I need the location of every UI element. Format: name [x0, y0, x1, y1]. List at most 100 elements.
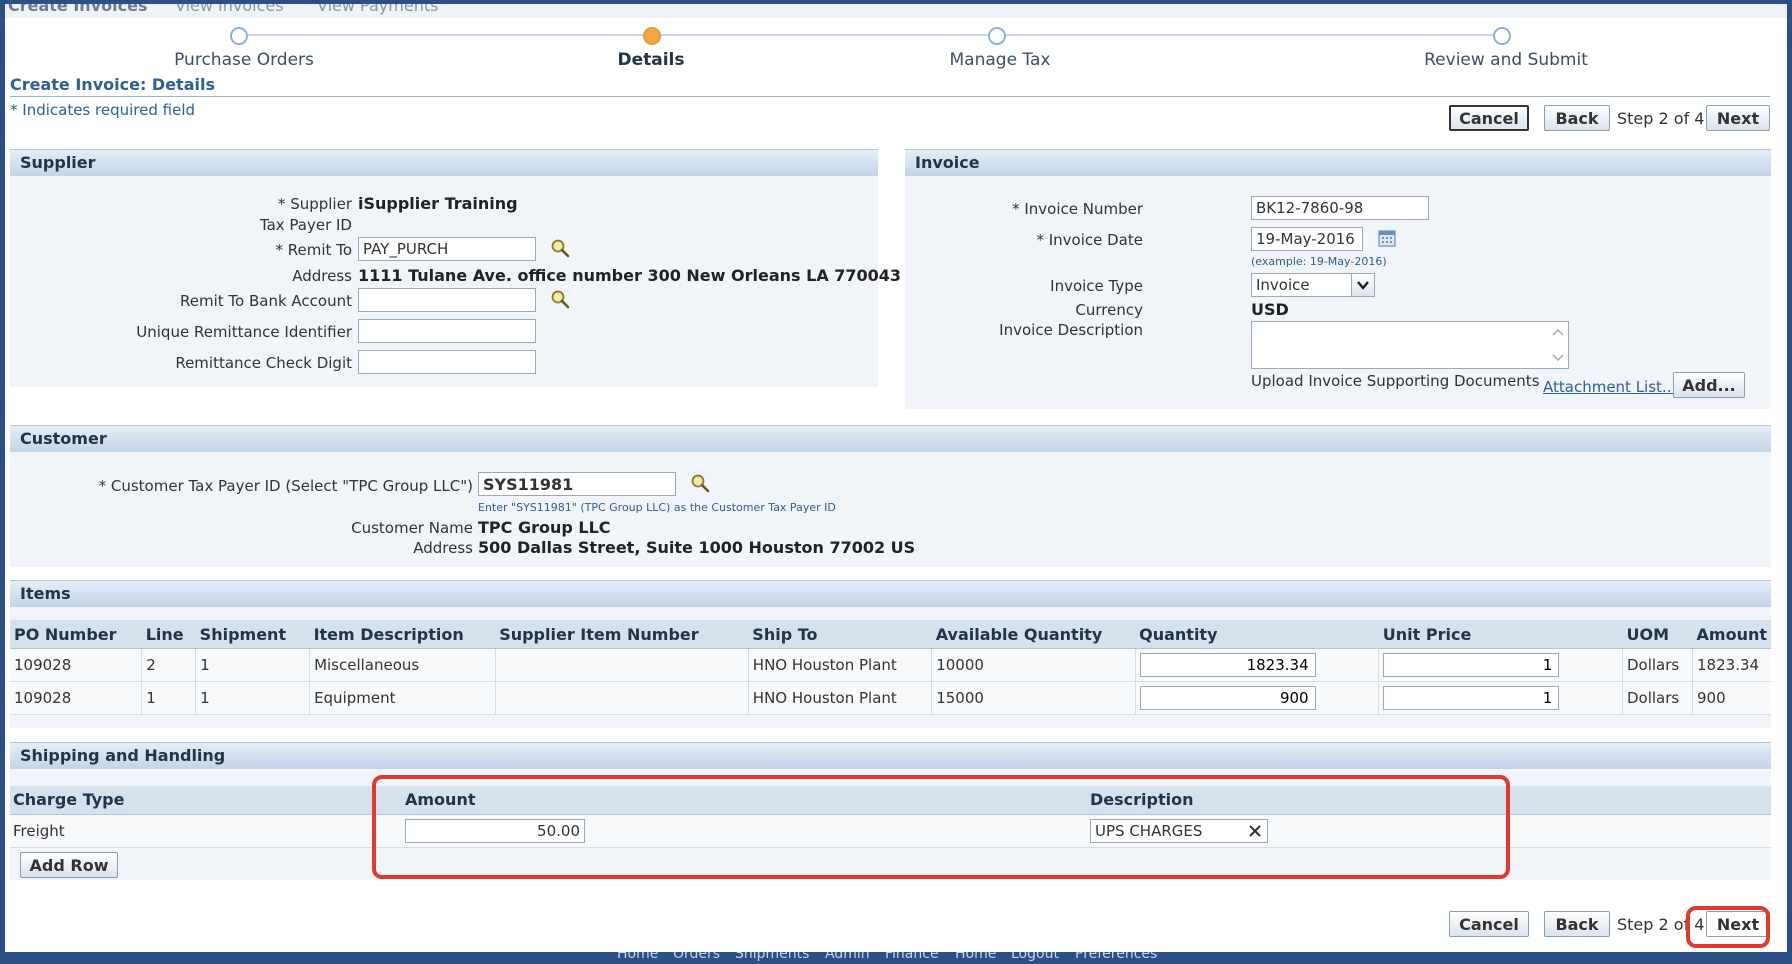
- invoice-type-select[interactable]: Invoice: [1251, 273, 1375, 297]
- col-item-description: Item Description: [309, 620, 496, 649]
- remit-to-input[interactable]: [358, 237, 536, 261]
- col-uom: UOM: [1622, 620, 1693, 649]
- footer-link-finance[interactable]: Finance: [885, 952, 939, 962]
- footer-link-preferences[interactable]: Preferences: [1075, 952, 1157, 962]
- cell-shipment: 1: [195, 648, 311, 682]
- invoice-number-input[interactable]: [1251, 196, 1429, 220]
- unit-price-input[interactable]: [1383, 653, 1560, 677]
- footer-link-shipments[interactable]: Shipments: [735, 952, 809, 962]
- bank-account-label: Remit To Bank Account: [180, 292, 352, 310]
- quantity-input[interactable]: [1139, 653, 1316, 677]
- train-dot-manage-tax[interactable]: [988, 27, 1006, 45]
- cancel-button-top[interactable]: Cancel: [1449, 105, 1529, 131]
- customer-taxpayer-hint: Enter "SYS11981" (TPC Group LLC) as the …: [478, 501, 836, 514]
- invoice-description-textarea[interactable]: [1251, 321, 1569, 369]
- col-available-quantity: Available Quantity: [931, 620, 1136, 649]
- items-header-label: Items: [20, 584, 71, 603]
- cell-amount: 1823.34: [1692, 648, 1771, 682]
- upload-documents-label: Upload Invoice Supporting Documents: [1251, 372, 1540, 390]
- shipping-header: Shipping and Handling: [10, 742, 1771, 769]
- supplier-address: 1111 Tulane Ave. office number 300 New O…: [358, 266, 902, 285]
- supplier-label: * Supplier: [277, 195, 352, 213]
- address-label: Address: [292, 267, 352, 285]
- invoice-date-label: * Invoice Date: [1036, 231, 1143, 249]
- table-row: 109028 1 1 Equipment HNO Houston Plant 1…: [10, 681, 1771, 715]
- customer-header: Customer: [10, 425, 1771, 452]
- cell-shipment: 1: [195, 681, 311, 715]
- footer-link-orders[interactable]: Orders: [673, 952, 720, 962]
- items-header: Items: [10, 580, 1771, 607]
- footer-link-logout[interactable]: Logout: [1011, 952, 1059, 962]
- currency-label: Currency: [1075, 301, 1143, 319]
- train-step-manage-tax[interactable]: Manage Tax: [880, 50, 1120, 70]
- customer-address-value: 500 Dallas Street, Suite 1000 Houston 77…: [478, 538, 916, 557]
- tab-view-invoices[interactable]: View Invoices: [175, 4, 284, 15]
- step-indicator-top: Step 2 of 4: [1617, 109, 1705, 128]
- footer-link-admin[interactable]: Admin: [825, 952, 870, 962]
- cell-unit-price: [1378, 681, 1623, 715]
- items-table: PO Number Line Shipment Item Description…: [10, 620, 1771, 715]
- bank-account-input[interactable]: [358, 288, 536, 312]
- train-step-details: Details: [617, 50, 685, 70]
- calendar-icon[interactable]: [1377, 228, 1397, 248]
- cell-item-description: Equipment: [309, 681, 496, 715]
- customer-search-icon[interactable]: [690, 473, 710, 493]
- back-button-top[interactable]: Back: [1544, 105, 1610, 131]
- page-title: Create Invoice: Details: [10, 75, 215, 94]
- bank-account-search-icon[interactable]: [550, 289, 570, 309]
- col-supplier-item-number: Supplier Item Number: [495, 620, 749, 649]
- footer-link-home-2[interactable]: Home: [955, 952, 996, 962]
- col-unit-price: Unit Price: [1378, 620, 1623, 649]
- remit-to-label: * Remit To: [275, 241, 352, 259]
- invoice-description-label: Invoice Description: [999, 321, 1143, 339]
- invoice-date-input[interactable]: [1251, 227, 1363, 251]
- invoice-number-label: * Invoice Number: [1012, 200, 1143, 218]
- cell-item-description: Miscellaneous: [309, 648, 496, 682]
- check-digit-label: Remittance Check Digit: [175, 354, 352, 372]
- supplier-header: Supplier: [10, 149, 878, 176]
- add-attachment-button[interactable]: Add...: [1673, 372, 1745, 398]
- taxpayer-id-label: Tax Payer ID: [259, 216, 352, 234]
- train-dot-details: [643, 27, 661, 45]
- charge-type-value: Freight: [13, 822, 65, 840]
- attachment-list-link[interactable]: Attachment List...: [1543, 378, 1676, 396]
- train-dot-review-submit[interactable]: [1493, 27, 1511, 45]
- check-digit-input[interactable]: [358, 350, 536, 374]
- footer-link-home[interactable]: Home: [617, 952, 658, 962]
- train-dot-purchase-orders[interactable]: [230, 27, 248, 45]
- customer-taxpayer-input[interactable]: [478, 472, 676, 496]
- textarea-scroll-icon[interactable]: [1550, 326, 1566, 364]
- train-track: [238, 34, 1500, 36]
- cell-po-number: 109028: [10, 648, 143, 682]
- remit-to-search-icon[interactable]: [550, 238, 570, 258]
- tab-view-payments[interactable]: View Payments: [317, 4, 438, 15]
- cell-uom: Dollars: [1622, 648, 1694, 682]
- supplier-section: Supplier * Supplier iSupplier Training T…: [10, 149, 901, 387]
- train-step-review-submit[interactable]: Review and Submit: [1386, 50, 1626, 70]
- cancel-button-bottom[interactable]: Cancel: [1449, 911, 1529, 937]
- remittance-identifier-input[interactable]: [358, 319, 536, 343]
- highlight-shipping-box: [372, 775, 1510, 879]
- add-row-button[interactable]: Add Row: [20, 852, 118, 878]
- unit-price-input[interactable]: [1383, 686, 1560, 710]
- col-quantity: Quantity: [1135, 620, 1379, 649]
- chevron-down-icon[interactable]: [1351, 274, 1374, 296]
- cell-quantity: [1135, 681, 1380, 715]
- cell-supplier-item-number: [495, 681, 749, 715]
- supplier-value: iSupplier Training: [358, 194, 518, 213]
- cell-line: 1: [141, 681, 197, 715]
- back-button-bottom[interactable]: Back: [1544, 911, 1610, 937]
- quantity-input[interactable]: [1139, 686, 1316, 710]
- cell-line: 2: [141, 648, 197, 682]
- table-row: 109028 2 1 Miscellaneous HNO Houston Pla…: [10, 648, 1771, 682]
- invoice-type-label: Invoice Type: [1050, 277, 1143, 295]
- tab-create-invoices[interactable]: Create Invoices: [8, 4, 147, 15]
- remittance-identifier-label: Unique Remittance Identifier: [136, 323, 352, 341]
- currency-value: USD: [1251, 300, 1289, 319]
- col-po-number: PO Number: [10, 620, 142, 649]
- invoice-header: Invoice: [905, 149, 1771, 176]
- next-button-top[interactable]: Next: [1706, 105, 1770, 131]
- cell-quantity: [1135, 648, 1380, 682]
- train-step-purchase-orders[interactable]: Purchase Orders: [124, 50, 364, 70]
- invoice-date-hint: (example: 19-May-2016): [1251, 255, 1387, 268]
